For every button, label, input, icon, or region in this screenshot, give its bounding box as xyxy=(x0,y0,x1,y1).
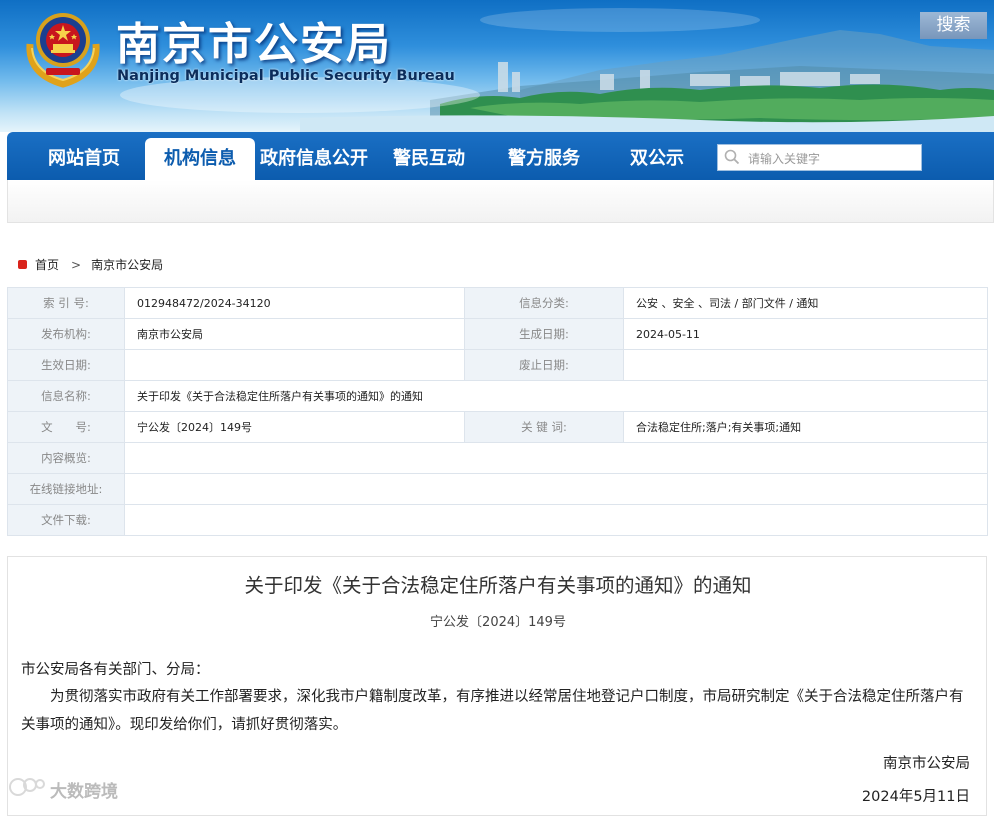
table-row: 生效日期: 废止日期: xyxy=(7,349,988,381)
info-name-value: 关于印发《关于合法稳定住所落户有关事项的通知》的通知 xyxy=(124,380,988,412)
effective-date-value xyxy=(124,349,465,381)
breadcrumb-home-link[interactable]: 首页 xyxy=(35,258,59,272)
main-nav: 网站首页 机构信息 政府信息公开 警民互动 警方服务 双公示 xyxy=(7,132,994,180)
online-link-value[interactable] xyxy=(124,473,988,505)
nav-item-police-services[interactable]: 警方服务 xyxy=(494,138,594,180)
table-row: 发布机构: 南京市公安局 生成日期: 2024-05-11 xyxy=(7,318,988,350)
created-date-label: 生成日期: xyxy=(464,318,624,350)
nav-item-home[interactable]: 网站首页 xyxy=(29,138,139,180)
publisher-label: 发布机构: xyxy=(7,318,125,350)
article-date: 2024年5月11日 xyxy=(861,789,970,805)
article-body: 为贯彻落实市政府有关工作部署要求，深化我市户籍制度改革，有序推进以经常居住地登记… xyxy=(21,689,964,733)
info-name-label: 信息名称: xyxy=(7,380,125,412)
search-input[interactable] xyxy=(746,145,922,172)
doc-number-label: 文 号: xyxy=(7,411,125,443)
article-content: 关于印发《关于合法稳定住所落户有关事项的通知》的通知 宁公发〔2024〕149号… xyxy=(7,556,987,816)
category-value: 公安 、安全 、司法 / 部门文件 / 通知 xyxy=(623,287,988,319)
effective-date-label: 生效日期: xyxy=(7,349,125,381)
nav-item-double-publicity[interactable]: 双公示 xyxy=(612,138,702,180)
article-title: 关于印发《关于合法稳定住所落户有关事项的通知》的通知 xyxy=(244,574,752,597)
breadcrumb-current-link[interactable]: 南京市公安局 xyxy=(91,258,163,272)
nav-item-agency-info[interactable]: 机构信息 xyxy=(145,138,255,180)
search-button[interactable]: 搜索 xyxy=(920,12,987,39)
nav-item-police-public-interaction[interactable]: 警民互动 xyxy=(379,138,479,180)
nav-item-gov-info-disclosure[interactable]: 政府信息公开 xyxy=(257,138,371,180)
category-label: 信息分类: xyxy=(464,287,624,319)
site-subtitle: Nanjing Municipal Public Security Bureau xyxy=(117,68,455,84)
keywords-value: 合法稳定住所;落户;有关事项;通知 xyxy=(623,411,988,443)
file-download-label: 文件下载: xyxy=(7,504,125,536)
search-icon xyxy=(724,149,740,165)
expire-date-label: 废止日期: xyxy=(464,349,624,381)
index-value: 012948472/2024-34120 xyxy=(124,287,465,319)
table-row: 文 号: 宁公发〔2024〕149号 关 键 词: 合法稳定住所;落户;有关事项… xyxy=(7,411,988,443)
article-issuer: 南京市公安局 xyxy=(883,756,970,772)
file-download-value[interactable] xyxy=(124,504,988,536)
keywords-label: 关 键 词: xyxy=(464,411,624,443)
doc-number-value: 宁公发〔2024〕149号 xyxy=(124,411,465,443)
created-date-value: 2024-05-11 xyxy=(623,318,988,350)
search-box xyxy=(717,144,922,172)
article-greeting: 市公安局各有关部门、分局： xyxy=(21,662,210,678)
index-label: 索 引 号: xyxy=(7,287,125,319)
police-emblem-icon xyxy=(26,13,100,88)
table-row: 文件下载: xyxy=(7,504,988,536)
table-row: 在线链接地址: xyxy=(7,473,988,505)
header-banner: 南京市公安局 Nanjing Municipal Public Security… xyxy=(0,0,994,132)
online-link-label: 在线链接地址: xyxy=(7,473,125,505)
table-row: 内容概览: xyxy=(7,442,988,474)
table-row: 信息名称: 关于印发《关于合法稳定住所落户有关事项的通知》的通知 xyxy=(7,380,988,412)
publisher-value: 南京市公安局 xyxy=(124,318,465,350)
summary-value xyxy=(124,442,988,474)
info-table: 索 引 号: 012948472/2024-34120 信息分类: 公安 、安全… xyxy=(7,287,988,536)
article-doc-number: 宁公发〔2024〕149号 xyxy=(430,615,566,630)
sub-nav-bar xyxy=(7,180,994,223)
home-icon xyxy=(18,260,27,269)
watermark-text: 大数跨境 xyxy=(50,782,118,802)
site-title: 南京市公安局 xyxy=(116,19,392,70)
table-row: 索 引 号: 012948472/2024-34120 信息分类: 公安 、安全… xyxy=(7,287,988,319)
summary-label: 内容概览: xyxy=(7,442,125,474)
chevron-right-icon: > xyxy=(71,258,82,272)
breadcrumb: 首页 > 南京市公安局 xyxy=(18,256,163,273)
expire-date-value xyxy=(623,349,988,381)
